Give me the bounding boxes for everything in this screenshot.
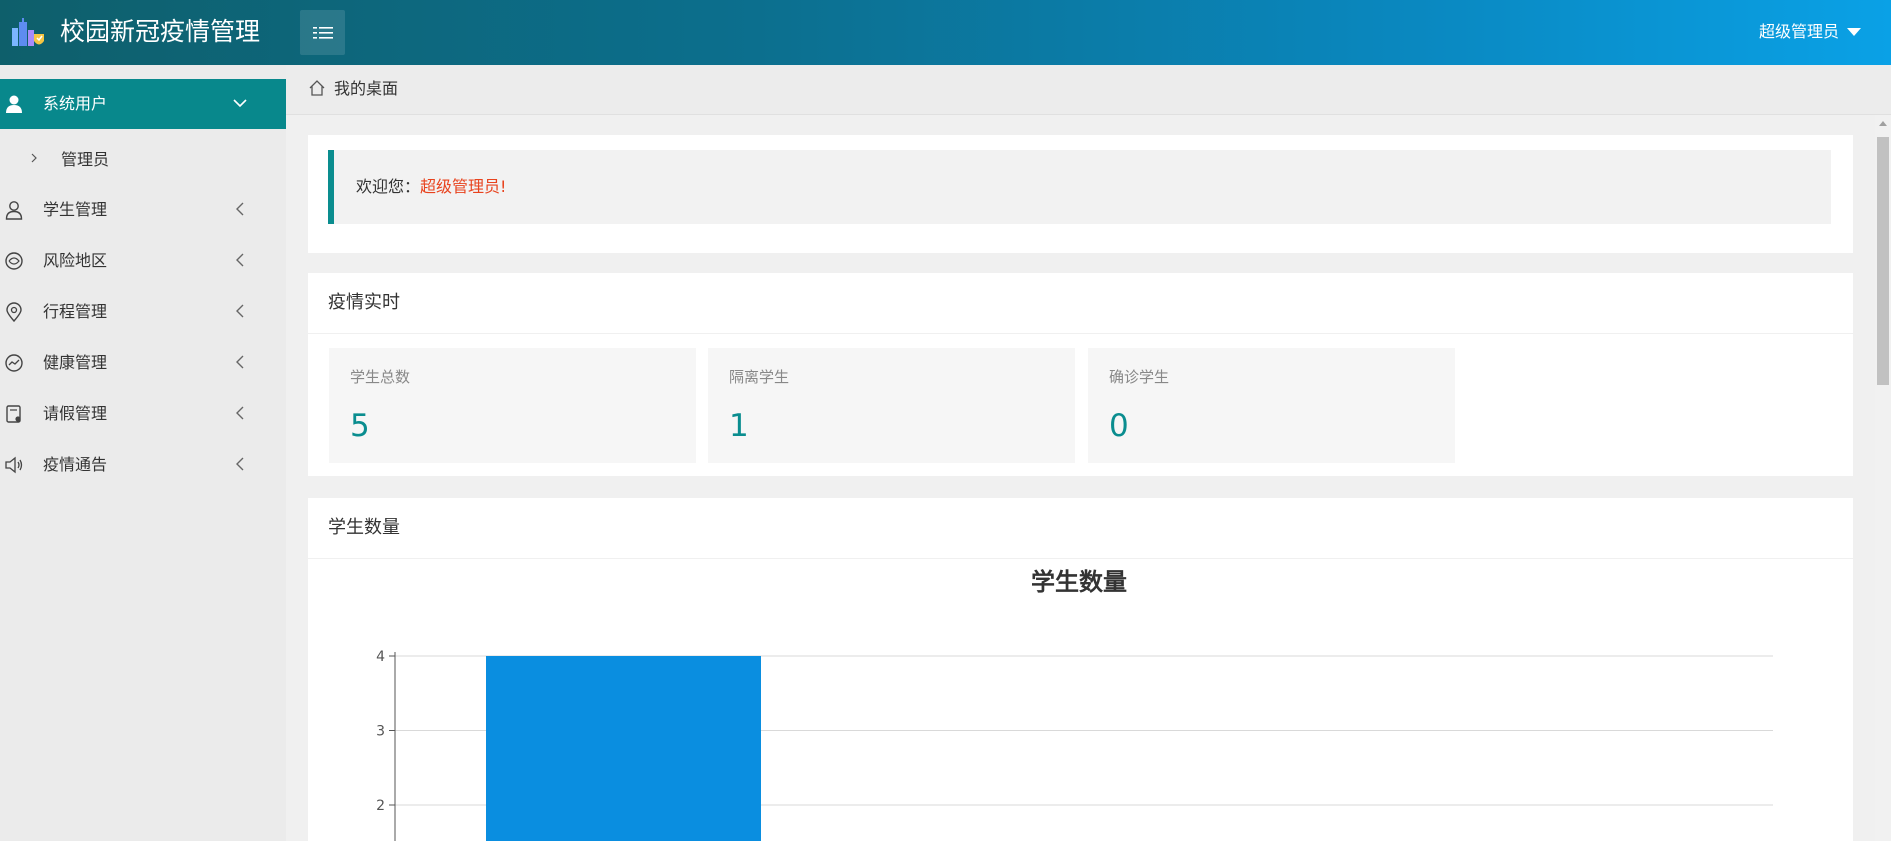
app-title: 校园新冠疫情管理 (60, 17, 261, 46)
welcome-text: 欢迎您：超级管理员! (356, 176, 506, 198)
welcome-suffix: ! (500, 177, 507, 196)
y-tick-label: 4 (376, 649, 385, 665)
chevron-down-icon (233, 99, 247, 108)
sidebar-item-risk-areas[interactable]: 风险地区 (0, 236, 286, 286)
chevron-left-icon (236, 202, 244, 216)
card-divider (308, 333, 1853, 334)
sidebar-item-label: 学生管理 (43, 200, 108, 219)
y-tick-label: 3 (376, 724, 385, 740)
hamburger-menu-icon (312, 26, 333, 39)
student-count-chart: 学生数量 2 3 4 (376, 568, 1773, 841)
sidebar-item-health[interactable]: 健康管理 (0, 338, 286, 388)
user-outline-icon (5, 201, 23, 220)
chevron-left-icon (236, 304, 244, 318)
health-chart-icon (5, 354, 23, 372)
sidebar-item-label: 健康管理 (43, 353, 108, 372)
sidebar-item-label: 请假管理 (43, 404, 108, 423)
y-tick-label: 2 (376, 798, 385, 814)
leave-form-icon (6, 405, 21, 423)
stat-value: 0 (1109, 408, 1129, 444)
risk-area-icon (5, 252, 23, 270)
chevron-left-icon (236, 253, 244, 267)
stat-label: 确诊学生 (1109, 368, 1170, 386)
scrollbar-thumb[interactable] (1877, 137, 1889, 385)
location-pin-icon (6, 302, 22, 322)
campus-building-logo-icon (12, 18, 44, 46)
bar (486, 656, 761, 841)
page-scrollbar[interactable] (1875, 115, 1891, 841)
sidebar-item-leave[interactable]: 请假管理 (0, 389, 286, 439)
stats-card-title: 疫情实时 (328, 292, 400, 313)
sidebar-subitem-label: 管理员 (61, 150, 110, 169)
speaker-icon (5, 456, 23, 474)
chevron-right-icon (31, 153, 37, 163)
stat-label: 隔离学生 (729, 368, 790, 386)
stat-value: 5 (350, 408, 370, 444)
sidebar-item-label: 系统用户 (43, 94, 108, 113)
sidebar-item-label: 风险地区 (43, 251, 108, 270)
welcome-user-name: 超级管理员 (420, 177, 501, 196)
chart-title: 学生数量 (1031, 568, 1127, 596)
welcome-card: 欢迎您：超级管理员! (308, 135, 1853, 253)
stat-confirmed-students: 确诊学生 0 (1088, 348, 1455, 463)
user-name: 超级管理员 (1758, 22, 1839, 41)
sidebar-item-label: 行程管理 (43, 302, 108, 321)
sidebar-item-notices[interactable]: 疫情通告 (0, 440, 286, 490)
realtime-stats-card: 疫情实时 学生总数 5 隔离学生 1 确诊学生 0 (308, 273, 1853, 476)
stat-label: 学生总数 (350, 368, 411, 386)
menu-toggle-button[interactable] (300, 10, 345, 55)
breadcrumb: 我的桌面 (286, 65, 1891, 115)
sidebar-subitem-admin[interactable]: 管理员 (0, 135, 286, 185)
stat-quarantined-students: 隔离学生 1 (708, 348, 1075, 463)
chevron-left-icon (236, 457, 244, 471)
sidebar: 系统用户 管理员 学生管理 风险地区 行程管理 健康管理 请假管理 疫情通告 (0, 65, 286, 841)
chevron-left-icon (236, 406, 244, 420)
top-header: 校园新冠疫情管理 超级管理员 (0, 0, 1891, 65)
stat-total-students: 学生总数 5 (329, 348, 696, 463)
stat-value: 1 (729, 408, 749, 444)
user-menu[interactable]: 超级管理员 (1759, 20, 1861, 44)
sidebar-item-students[interactable]: 学生管理 (0, 185, 286, 235)
home-icon (309, 80, 325, 96)
sidebar-item-itinerary[interactable]: 行程管理 (0, 287, 286, 337)
welcome-prefix: 欢迎您： (356, 177, 421, 196)
user-solid-icon (6, 95, 22, 113)
welcome-banner: 欢迎您：超级管理员! (328, 150, 1831, 224)
student-count-card: 学生数量 学生数量 2 3 4 (308, 498, 1853, 841)
caret-down-icon (1847, 28, 1861, 36)
sidebar-item-label: 疫情通告 (43, 455, 108, 474)
breadcrumb-desktop-link[interactable]: 我的桌面 (334, 79, 398, 99)
scroll-up-arrow-icon[interactable] (1879, 121, 1887, 126)
sidebar-item-system-users[interactable]: 系统用户 (0, 79, 286, 129)
chevron-left-icon (236, 355, 244, 369)
